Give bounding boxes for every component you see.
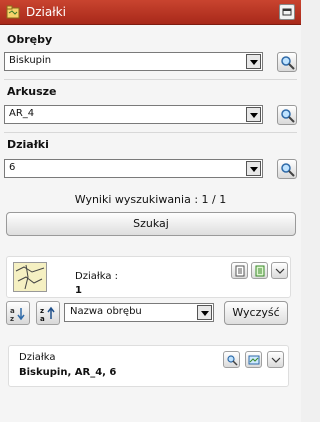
- result-expand-button[interactable]: [267, 351, 284, 368]
- svg-text:a: a: [40, 315, 45, 322]
- sort-ascending-button[interactable]: a z: [6, 301, 30, 325]
- obreby-search-button[interactable]: [277, 52, 297, 72]
- svg-text:a: a: [10, 307, 15, 315]
- clear-button[interactable]: Wyczyść: [224, 301, 288, 325]
- sort-za-icon: z a: [40, 306, 58, 325]
- chevron-down-icon: [275, 268, 285, 274]
- chevron-down-icon[interactable]: [246, 161, 261, 176]
- obreby-select[interactable]: Biskupin: [4, 52, 263, 71]
- expand-button[interactable]: [271, 262, 288, 279]
- green-document-button[interactable]: [251, 262, 268, 279]
- window-title: Działki: [26, 5, 66, 19]
- parcel-card: Działka : 1: [6, 256, 291, 298]
- arkusze-value: AR_4: [9, 108, 35, 119]
- dzialki-value: 6: [9, 162, 16, 173]
- obreby-label: Obręby: [7, 33, 53, 46]
- sort-descending-button[interactable]: z a: [36, 301, 60, 325]
- result-label: Działka: [19, 352, 56, 363]
- document-button[interactable]: [231, 262, 248, 279]
- arkusze-select[interactable]: AR_4: [4, 105, 263, 124]
- chevron-down-icon[interactable]: [246, 107, 261, 122]
- show-on-map-button[interactable]: [245, 351, 262, 368]
- dzialki-label: Działki: [7, 138, 49, 151]
- chevron-down-icon[interactable]: [246, 54, 261, 69]
- svg-text:z: z: [40, 307, 44, 315]
- magnifier-icon: [281, 56, 295, 70]
- result-value: Biskupin, AR_4, 6: [19, 367, 117, 378]
- results-count: Wyniki wyszukiwania : 1 / 1: [74, 193, 227, 206]
- arkusze-label: Arkusze: [7, 85, 57, 98]
- arkusze-search-button[interactable]: [277, 105, 297, 125]
- restore-icon: [282, 8, 292, 16]
- sort-field-select[interactable]: Nazwa obrębu: [64, 303, 214, 322]
- window-menu-button[interactable]: [279, 4, 295, 20]
- obreby-value: Biskupin: [9, 55, 52, 66]
- map-folder-icon: [6, 5, 20, 19]
- document-icon: [235, 265, 245, 277]
- magnifier-icon: [281, 109, 295, 123]
- divider: [4, 79, 297, 80]
- window-titlebar: Działki: [0, 0, 301, 25]
- divider: [4, 132, 297, 133]
- parcel-map-thumbnail: [13, 262, 47, 292]
- parcel-number: 1: [75, 285, 82, 296]
- chevron-down-icon: [271, 357, 281, 363]
- chevron-down-icon[interactable]: [197, 305, 212, 320]
- magnifier-icon: [281, 163, 295, 177]
- search-button[interactable]: Szukaj: [6, 212, 296, 236]
- result-item[interactable]: Działka Biskupin, AR_4, 6: [8, 345, 289, 387]
- parcel-label: Działka :: [75, 271, 118, 282]
- svg-text:z: z: [10, 315, 14, 322]
- magnifier-icon: [227, 355, 238, 366]
- green-document-icon: [255, 265, 265, 277]
- map-icon: [248, 355, 260, 365]
- sort-field-value: Nazwa obrębu: [70, 306, 142, 317]
- dzialki-search-button[interactable]: [277, 159, 297, 179]
- dzialki-select[interactable]: 6: [4, 159, 263, 178]
- sort-az-icon: a z: [10, 306, 28, 325]
- search-panel: Obręby Biskupin Arkusze AR_4 Działki 6 W…: [0, 25, 301, 422]
- zoom-to-button[interactable]: [223, 351, 240, 368]
